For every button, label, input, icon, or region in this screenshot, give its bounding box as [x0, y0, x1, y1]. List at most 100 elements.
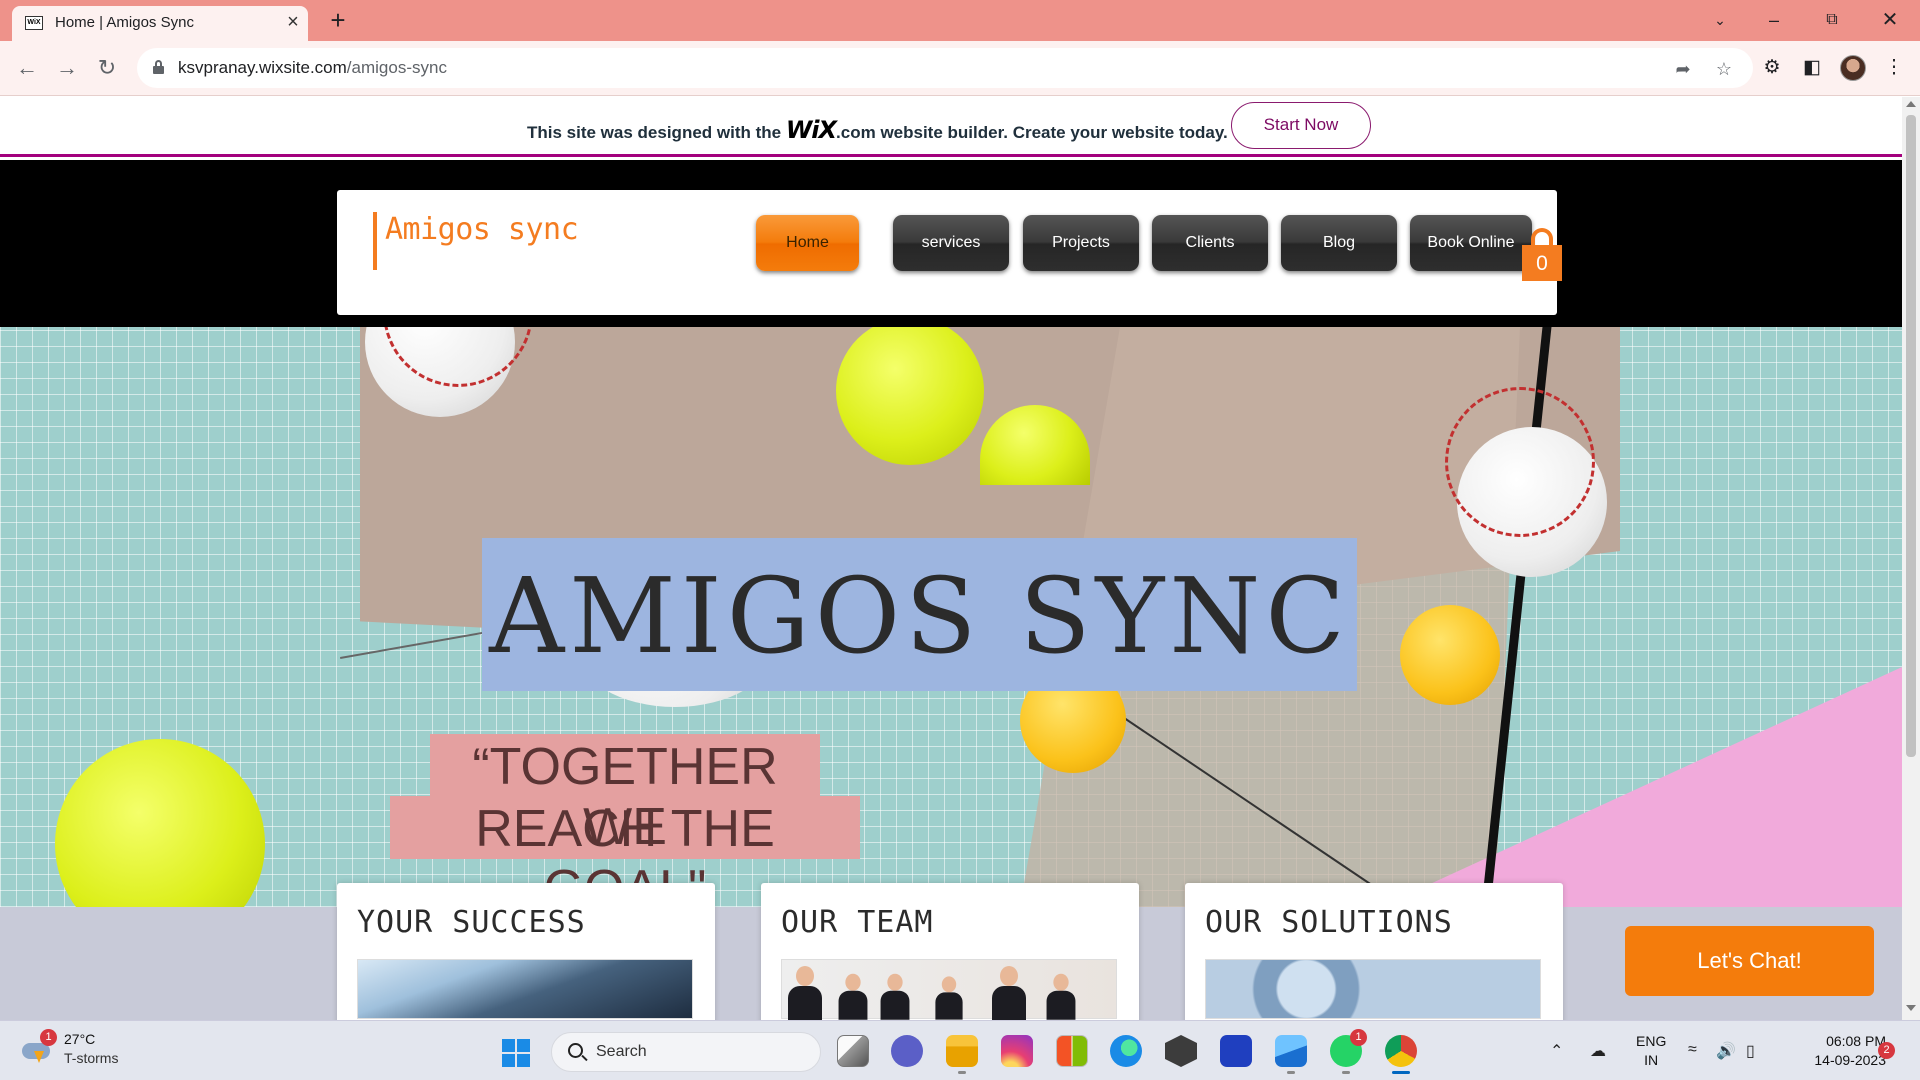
tab-title: Home | Amigos Sync: [55, 14, 194, 31]
url-path: /amigos-sync: [346, 58, 447, 77]
lock-icon[interactable]: [153, 60, 164, 74]
feature-card[interactable]: OUR SOLUTIONS: [1185, 883, 1563, 1020]
team-member-figure: [935, 976, 963, 1020]
card-title: YOUR SUCCESS: [357, 905, 586, 940]
card-title: OUR SOLUTIONS: [1205, 905, 1453, 940]
scroll-thumb[interactable]: [1906, 115, 1916, 757]
windows-taskbar: 1 27°C T-storms Search 1 ⌃ ☁ ENG IN ≈ 🔊 …: [0, 1020, 1920, 1080]
brand-accent-bar: [373, 212, 377, 270]
bookmark-star-icon[interactable]: ☆: [1711, 56, 1737, 82]
battery-icon[interactable]: ▯: [1746, 1041, 1755, 1061]
baseball: [1445, 387, 1607, 577]
minimize-icon[interactable]: –: [1754, 4, 1794, 36]
lang-region: IN: [1644, 1052, 1659, 1068]
azure-data-studio-icon[interactable]: [1220, 1035, 1252, 1067]
browser-tab[interactable]: WiX Home | Amigos Sync ×: [12, 6, 308, 41]
site-header: Amigos sync Home services Projects Clien…: [337, 190, 1562, 315]
system-clock[interactable]: 06:08 PM 14-09-2023: [1786, 1032, 1886, 1070]
task-view-icon[interactable]: [837, 1035, 869, 1067]
share-icon[interactable]: ➦: [1670, 56, 1696, 82]
start-now-button[interactable]: Start Now: [1231, 102, 1371, 149]
restore-icon[interactable]: ⧉: [1812, 4, 1852, 36]
gears-image: [1205, 959, 1541, 1019]
hero-section: AMIGOS SYNC “TOGETHER WE REACH THE GOAL": [0, 327, 1902, 907]
new-tab-button[interactable]: +: [324, 6, 352, 34]
weather-badge: 1: [40, 1029, 57, 1046]
team-member-figure: [880, 973, 910, 1020]
photos-icon[interactable]: [1275, 1035, 1307, 1067]
wix-promo-banner: This site was designed with the WiX.com …: [0, 97, 1902, 157]
clock-time: 06:08 PM: [1826, 1033, 1886, 1049]
ping-pong-ball: [1400, 605, 1500, 705]
edge-browser-icon[interactable]: [1110, 1035, 1142, 1067]
lang-code: ENG: [1636, 1033, 1667, 1049]
team-member-figure: [788, 966, 822, 1020]
card-title: OUR TEAM: [781, 905, 934, 940]
feature-card[interactable]: OUR TEAM: [761, 883, 1139, 1020]
page-viewport: This site was designed with the WiX.com …: [0, 97, 1902, 1020]
site-brand[interactable]: Amigos sync: [385, 212, 579, 247]
nav-blog[interactable]: Blog: [1281, 215, 1397, 271]
browser-toolbar: ← → ↻ ksvpranay.wixsite.com/amigos-sync …: [0, 41, 1920, 96]
unity-hub-icon[interactable]: [1165, 1035, 1197, 1067]
nav-clients[interactable]: Clients: [1152, 215, 1268, 271]
reload-icon[interactable]: ↻: [92, 53, 122, 83]
show-hidden-icons-chevron-icon[interactable]: ⌃: [1550, 1041, 1563, 1061]
instagram-icon[interactable]: [1001, 1035, 1033, 1067]
nav-projects[interactable]: Projects: [1023, 215, 1139, 271]
onedrive-cloud-icon[interactable]: ☁: [1590, 1041, 1606, 1061]
taskbar-search-label: Search: [596, 1043, 647, 1060]
chrome-menu-icon[interactable]: ⋮: [1880, 54, 1908, 82]
tab-search-icon[interactable]: ⌄: [1700, 4, 1740, 36]
app-running-indicator: [1342, 1071, 1350, 1074]
page-scrollbar[interactable]: [1902, 97, 1920, 1020]
forward-icon[interactable]: →: [52, 53, 82, 83]
business-team-image: [781, 959, 1117, 1020]
chrome-icon[interactable]: [1385, 1035, 1417, 1067]
wix-logo-domain: .com: [836, 123, 876, 142]
team-member-figure: [992, 966, 1026, 1020]
team-member-figure: [1046, 973, 1076, 1020]
input-language[interactable]: ENG IN: [1636, 1032, 1666, 1070]
url-host: ksvpranay.wixsite.com: [178, 58, 347, 77]
wifi-icon[interactable]: ≈: [1688, 1041, 1697, 1059]
tennis-ball: [55, 739, 265, 907]
whatsapp-badge: 1: [1350, 1029, 1367, 1046]
scroll-down-arrow-icon[interactable]: [1906, 1005, 1916, 1011]
feature-card[interactable]: YOUR SUCCESS: [337, 883, 715, 1020]
microsoft-store-icon[interactable]: [1056, 1035, 1088, 1067]
side-panel-icon[interactable]: ◧: [1798, 54, 1826, 82]
address-bar[interactable]: ksvpranay.wixsite.com/amigos-sync ➦ ☆: [137, 48, 1753, 88]
wix-banner-text-before: This site was designed with the: [527, 123, 786, 142]
profile-avatar[interactable]: [1840, 55, 1866, 81]
nav-book-online[interactable]: Book Online: [1410, 215, 1532, 271]
browser-tab-strip: WiX Home | Amigos Sync × + ⌄ – ⧉ ✕: [0, 0, 1920, 41]
windows-start-icon[interactable]: [502, 1039, 530, 1067]
team-member-figure: [838, 973, 868, 1020]
wix-banner-text-after: website builder. Create your website tod…: [875, 123, 1228, 142]
lets-chat-button[interactable]: Let's Chat!: [1625, 926, 1874, 996]
close-window-icon[interactable]: ✕: [1870, 4, 1910, 36]
notification-badge[interactable]: 2: [1878, 1042, 1895, 1059]
clock-date: 14-09-2023: [1814, 1052, 1886, 1068]
scroll-up-arrow-icon[interactable]: [1906, 101, 1916, 107]
nav-home[interactable]: Home: [756, 215, 859, 271]
volume-icon[interactable]: 🔊: [1716, 1041, 1736, 1061]
wix-logo: WiX: [785, 116, 837, 144]
weather-condition[interactable]: T-storms: [64, 1050, 118, 1066]
extensions-puzzle-icon[interactable]: ⚙: [1758, 54, 1786, 82]
nav-services[interactable]: services: [893, 215, 1009, 271]
back-icon[interactable]: ←: [12, 53, 42, 83]
wix-favicon-icon: WiX: [25, 16, 43, 30]
wix-banner-text: This site was designed with the WiX.com …: [527, 116, 1228, 144]
office-building-image: [357, 959, 693, 1019]
app-running-indicator: [1287, 1071, 1295, 1074]
teams-chat-icon[interactable]: [891, 1035, 923, 1067]
weather-temperature[interactable]: 27°C: [64, 1031, 95, 1047]
shopping-bag-icon[interactable]: 0: [1522, 245, 1562, 281]
search-icon: [568, 1043, 583, 1058]
app-active-indicator: [1392, 1071, 1410, 1074]
taskbar-search[interactable]: Search: [551, 1032, 821, 1072]
file-explorer-icon[interactable]: [946, 1035, 978, 1067]
close-tab-icon[interactable]: ×: [282, 11, 304, 33]
